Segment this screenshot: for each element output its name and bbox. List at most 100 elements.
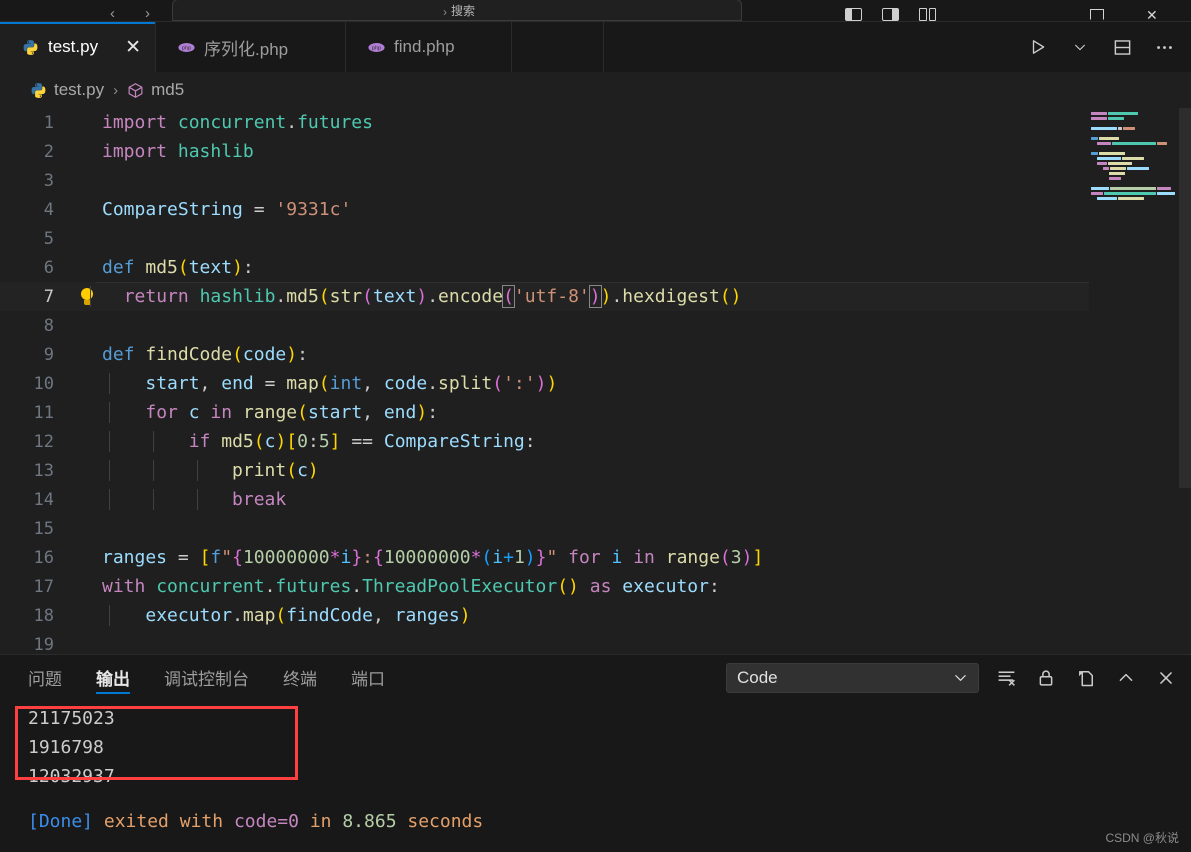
line-number: 14 <box>0 490 72 510</box>
python-icon <box>30 82 47 99</box>
tab-label: 序列化.php <box>204 35 288 60</box>
minimize-icon[interactable] <box>1090 9 1104 20</box>
line-number: 2 <box>0 142 72 162</box>
output-line: 1916798 <box>28 733 1191 762</box>
more-actions-button[interactable] <box>1151 34 1177 60</box>
layout-controls <box>845 8 936 21</box>
split-editor-down-button[interactable] <box>1109 34 1135 60</box>
line-text: return hashlib.md5(str(text).encode('utf… <box>102 286 742 307</box>
line-number: 1 <box>0 113 72 133</box>
editor-scrollbar[interactable] <box>1179 108 1191 654</box>
line-text: print(c) <box>102 460 319 481</box>
output-line: 21175023 <box>28 704 1191 733</box>
panel-tab-label: 端口 <box>351 665 385 690</box>
panel-tab-terminal[interactable]: 终端 <box>283 655 317 700</box>
code-lines: 1 import concurrent.futures 2 import has… <box>0 108 1191 654</box>
vscode-window: ‹ › › 搜索 ✕ test.py ✕ <box>0 0 1191 852</box>
customize-layout-icon[interactable] <box>919 8 936 21</box>
close-window-icon[interactable]: ✕ <box>1146 9 1158 21</box>
done-exited-with: exited with <box>104 811 223 832</box>
panel-tab-problems[interactable]: 问题 <box>28 655 62 700</box>
panel-tab-debug-console[interactable]: 调试控制台 <box>164 655 249 700</box>
run-python-file-button[interactable] <box>1025 34 1051 60</box>
open-output-in-editor-button[interactable] <box>1073 665 1099 691</box>
output-channel-select[interactable]: Code <box>726 663 979 693</box>
line-number: 9 <box>0 345 72 365</box>
line-number: 11 <box>0 403 72 423</box>
code-line: 12 if md5(c)[0:5] == CompareString: <box>0 427 1191 456</box>
tab-label: test.py <box>48 37 98 57</box>
line-text: if md5(c)[0:5] == CompareString: <box>102 431 536 452</box>
tab-test-py[interactable]: test.py ✕ <box>0 22 156 72</box>
editor-scrollbar-thumb[interactable] <box>1179 108 1191 488</box>
done-unit: seconds <box>407 811 483 832</box>
line-text: with concurrent.futures.ThreadPoolExecut… <box>102 576 720 597</box>
run-options-chevron-down-icon[interactable] <box>1067 34 1093 60</box>
editor-actions <box>1025 22 1191 72</box>
line-number: 8 <box>0 316 72 336</box>
line-number: 6 <box>0 258 72 278</box>
svg-text:php: php <box>182 45 191 51</box>
symbol-cube-icon <box>127 82 144 99</box>
line-number: 18 <box>0 606 72 626</box>
line-text: executor.map(findCode, ranges) <box>102 605 471 626</box>
code-editor[interactable]: 1 import concurrent.futures 2 import has… <box>0 108 1191 654</box>
tab-xuliehua-php[interactable]: php 序列化.php ✕ <box>156 22 346 72</box>
code-line: 13 print(c) <box>0 456 1191 485</box>
output-line: 12032937 <box>28 762 1191 791</box>
panel-tab-output[interactable]: 输出 <box>96 655 130 700</box>
panel-tab-label: 调试控制台 <box>164 665 249 690</box>
chevron-down-icon <box>953 670 968 685</box>
line-text: def findCode(code): <box>102 344 308 365</box>
editor-minimap[interactable] <box>1089 108 1179 654</box>
code-action-lightbulb-icon[interactable] <box>72 288 102 305</box>
navigation-arrows: ‹ › <box>110 7 150 21</box>
command-center-text: 搜索 <box>451 2 475 19</box>
code-line: 17 with concurrent.futures.ThreadPoolExe… <box>0 572 1191 601</box>
line-text: start, end = map(int, code.split(':')) <box>102 373 557 394</box>
line-number: 13 <box>0 461 72 481</box>
line-number: 5 <box>0 229 72 249</box>
toggle-secondary-sidebar-icon[interactable] <box>882 8 899 21</box>
code-line: 18 executor.map(findCode, ranges) <box>0 601 1191 630</box>
code-line: 1 import concurrent.futures <box>0 108 1191 137</box>
tab-label: find.php <box>394 37 455 57</box>
line-number: 17 <box>0 577 72 597</box>
clear-output-button[interactable] <box>993 665 1019 691</box>
code-line: 14 break <box>0 485 1191 514</box>
tab-close-icon[interactable]: ✕ <box>125 38 141 57</box>
panel-tab-ports[interactable]: 端口 <box>351 655 385 700</box>
line-number: 12 <box>0 432 72 452</box>
done-in: in <box>310 811 332 832</box>
close-panel-button[interactable] <box>1153 665 1179 691</box>
code-line: 9 def findCode(code): <box>0 340 1191 369</box>
line-number: 15 <box>0 519 72 539</box>
lock-scroll-button[interactable] <box>1033 665 1059 691</box>
toggle-primary-sidebar-icon[interactable] <box>845 8 862 21</box>
code-line: 4 CompareString = '9331c' <box>0 195 1191 224</box>
php-icon: php <box>368 39 385 56</box>
code-line: 2 import hashlib <box>0 137 1191 166</box>
line-number: 4 <box>0 200 72 220</box>
window-controls: ✕ <box>1090 9 1158 21</box>
go-forward-icon[interactable]: › <box>145 7 150 21</box>
breadcrumb-file[interactable]: test.py <box>54 80 104 100</box>
command-center-search[interactable]: › 搜索 <box>172 0 742 21</box>
go-back-icon[interactable]: ‹ <box>110 7 115 21</box>
breadcrumb-symbol[interactable]: md5 <box>151 80 184 100</box>
panel-tab-label: 终端 <box>283 665 317 690</box>
tab-find-php[interactable]: php find.php ✕ <box>346 22 512 72</box>
code-line-current: 7 return hashlib.md5(str(text).encode('u… <box>0 282 1191 311</box>
python-icon <box>22 39 39 56</box>
maximize-panel-button[interactable] <box>1113 665 1139 691</box>
php-icon: php <box>178 39 195 56</box>
code-line: 5 <box>0 224 1191 253</box>
panel-tab-label: 问题 <box>28 665 62 690</box>
line-text: break <box>102 489 286 510</box>
output-done-line: [Done] exited with code=0 in 8.865 secon… <box>28 807 1191 836</box>
output-view[interactable]: 21175023 1916798 12032937 [Done] exited … <box>0 700 1191 852</box>
done-duration: 8.865 <box>342 811 396 832</box>
bottom-panel: 问题 输出 调试控制台 终端 端口 Code <box>0 654 1191 852</box>
code-line: 3 <box>0 166 1191 195</box>
search-icon: › <box>443 5 447 19</box>
